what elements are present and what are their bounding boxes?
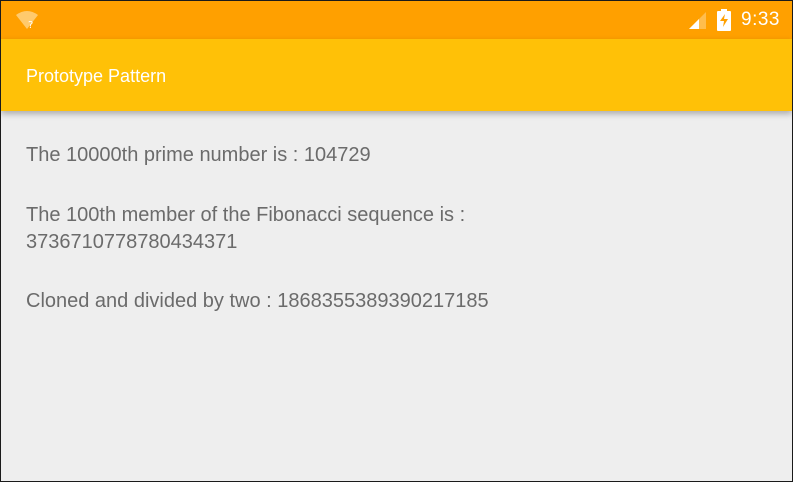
cloned-result-text: Cloned and divided by two : 186835538939… — [26, 290, 489, 312]
status-clock: 9:33 — [741, 9, 780, 30]
wifi-no-internet-icon: ? — [15, 10, 39, 31]
fibonacci-result-text: The 100th member of the Fibonacci sequen… — [26, 204, 466, 253]
cellular-signal-icon — [687, 10, 707, 30]
status-bar: ? 9:33 — [1, 1, 792, 39]
app-title: Prototype Pattern — [26, 66, 167, 86]
svg-text:?: ? — [28, 20, 33, 30]
phone-screen: ? 9:33 Prototype Pattern The 10000th pri… — [0, 0, 793, 482]
prime-result-text: The 10000th prime number is : 104729 — [26, 144, 371, 166]
status-icons: 9:33 — [687, 1, 780, 39]
app-bar: Prototype Pattern — [1, 39, 792, 111]
battery-charging-icon — [717, 9, 732, 31]
